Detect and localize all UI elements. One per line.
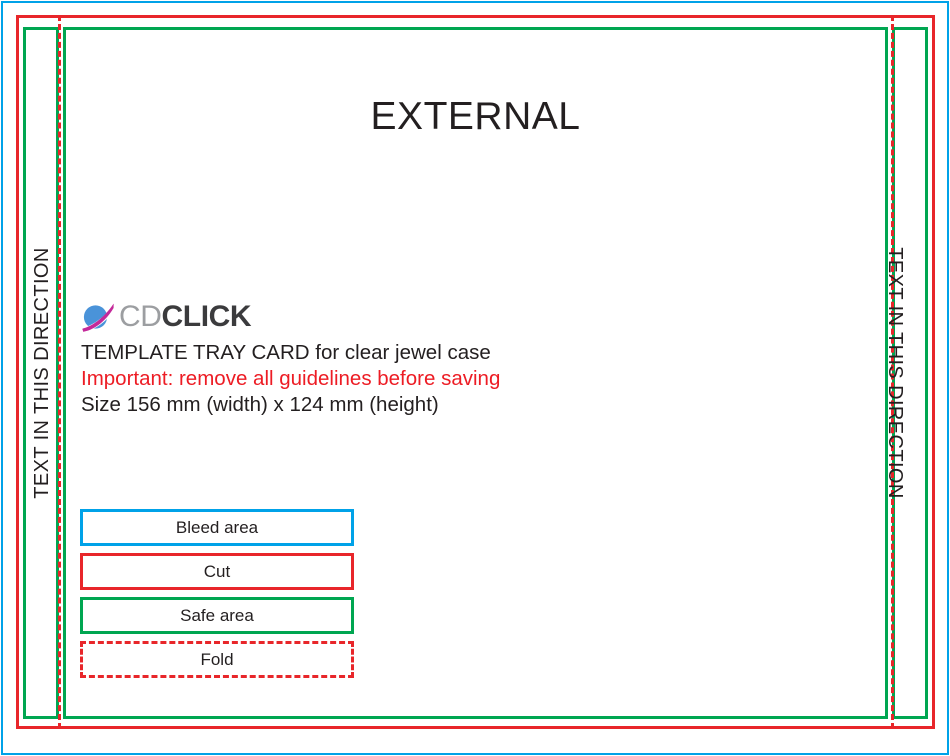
guideline-legend: Bleed area Cut Safe area Fold <box>80 509 354 678</box>
brand-wordmark: CDCLICK <box>119 300 252 333</box>
legend-item-bleed-area: Bleed area <box>80 509 354 546</box>
template-canvas: TEXT IN THIS DIRECTION TEXT IN THIS DIRE… <box>0 0 950 756</box>
spine-text-left: TEXT IN THIS DIRECTION <box>31 247 53 499</box>
template-size: Size 156 mm (width) x 124 mm (height) <box>81 393 439 416</box>
page-title: EXTERNAL <box>370 95 581 138</box>
brand-logo: CDCLICK <box>81 298 641 336</box>
legend-label-fold: Fold <box>200 649 234 669</box>
template-info-block: CDCLICK TEMPLATE TRAY CARD for clear jew… <box>81 298 641 418</box>
brand-wordmark-cd: CD <box>119 300 162 333</box>
guideline-warning: Important: remove all guidelines before … <box>81 367 501 390</box>
legend-item-safe-area: Safe area <box>80 597 354 634</box>
legend-item-fold: Fold <box>80 641 354 678</box>
cdclick-sphere-swoosh-icon <box>82 303 114 332</box>
legend-label-safe-area: Safe area <box>180 605 254 625</box>
legend-item-cut: Cut <box>80 553 354 590</box>
legend-label-cut: Cut <box>203 561 231 581</box>
template-description: TEMPLATE TRAY CARD for clear jewel case <box>81 341 491 364</box>
brand-wordmark-click: CLICK <box>161 300 252 333</box>
legend-label-bleed-area: Bleed area <box>175 517 259 537</box>
